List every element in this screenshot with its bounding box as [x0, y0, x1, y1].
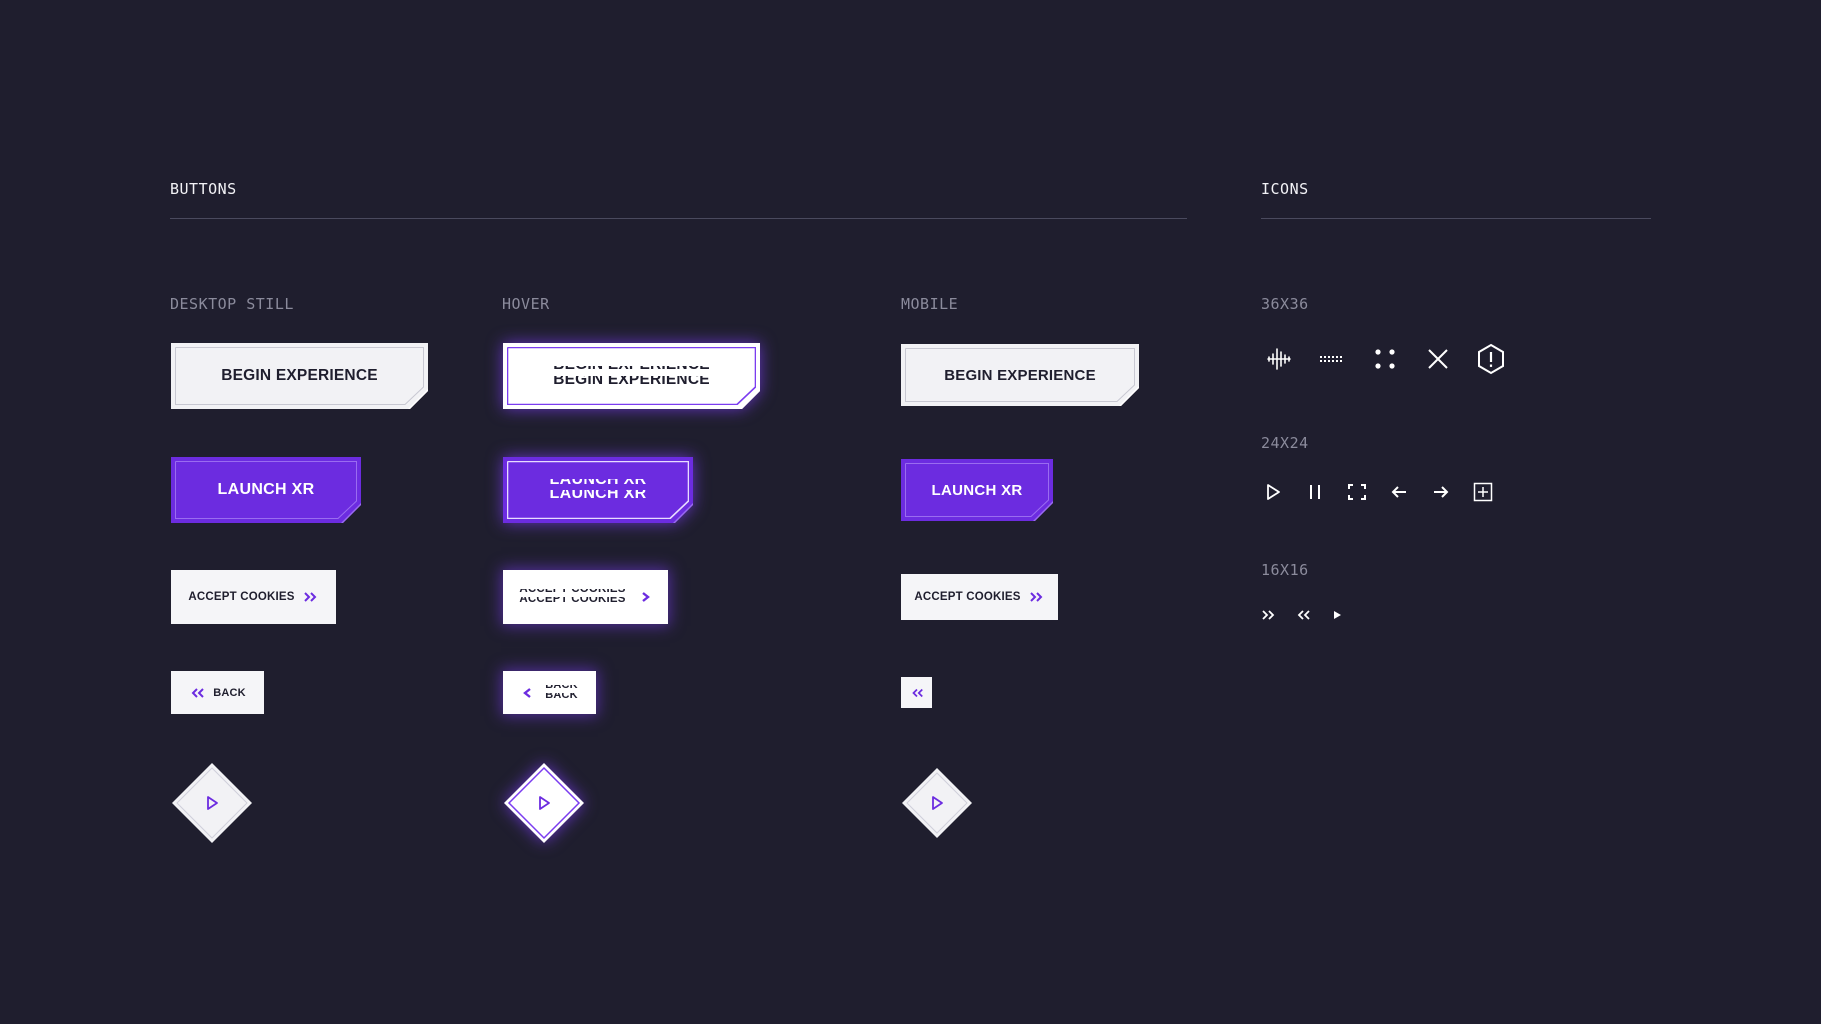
double-chevron-left-icon — [189, 687, 205, 699]
desktop-still-label: DESKTOP STILL — [170, 295, 294, 313]
accept-cookies-mobile-label: ACCEPT COOKIES — [914, 591, 1021, 603]
play-icon — [503, 762, 585, 844]
launch-xr-hover-label-bottom: LAUNCH XR — [549, 490, 647, 501]
fullscreen-icon[interactable] — [1345, 480, 1369, 504]
mobile-label: MOBILE — [901, 295, 959, 313]
double-chevron-right-icon — [1029, 591, 1045, 603]
arrow-left-icon[interactable] — [1387, 480, 1411, 504]
audio-waveform-icon[interactable] — [1261, 341, 1297, 377]
back-hover-text: BACK BACK — [545, 685, 578, 701]
accept-cookies-button[interactable]: ACCEPT COOKIES — [171, 570, 336, 624]
launch-xr-label: LAUNCH XR — [217, 481, 315, 498]
close-icon[interactable] — [1420, 341, 1456, 377]
hover-label: HOVER — [502, 295, 550, 313]
play-icon[interactable] — [1261, 480, 1285, 504]
play-icon — [171, 762, 253, 844]
back-button-hover[interactable]: BACK BACK — [503, 671, 596, 714]
launch-xr-hover-label-top: LAUNCH XR — [549, 479, 647, 488]
four-dots-icon[interactable] — [1367, 341, 1403, 377]
pause-icon[interactable] — [1303, 480, 1327, 504]
warning-hexagon-icon[interactable] — [1473, 341, 1509, 377]
diamond-play-button-hover[interactable] — [503, 762, 585, 844]
accept-cookies-label: ACCEPT COOKIES — [188, 591, 295, 603]
back-label: BACK — [213, 686, 246, 699]
launch-xr-mobile-label: LAUNCH XR — [931, 481, 1023, 499]
add-box-icon[interactable] — [1471, 480, 1495, 504]
accept-cookies-button-mobile[interactable]: ACCEPT COOKIES — [901, 574, 1058, 620]
chevron-right-icon — [640, 591, 652, 603]
accept-cookies-hover-label-bottom: ACCEPT COOKIES — [519, 597, 626, 605]
double-chevron-right-icon[interactable] — [1261, 607, 1277, 623]
back-hover-label-bottom: BACK — [545, 692, 578, 701]
back-hover-label-top: BACK — [545, 684, 578, 691]
buttons-section-divider — [170, 218, 1187, 219]
back-button-mobile[interactable] — [901, 677, 932, 708]
launch-xr-hover-text: LAUNCH XR LAUNCH XR — [550, 479, 647, 501]
begin-experience-mobile-label: BEGIN EXPERIENCE — [944, 366, 1096, 384]
double-chevron-right-icon — [303, 591, 319, 603]
begin-experience-button-mobile[interactable]: BEGIN EXPERIENCE — [901, 344, 1139, 406]
back-button[interactable]: BACK — [171, 671, 264, 714]
begin-experience-button-hover[interactable]: BEGIN EXPERIENCE BEGIN EXPERIENCE — [503, 343, 760, 409]
icon-size-24-label: 24X24 — [1261, 434, 1309, 452]
accept-cookies-hover-label-top: ACCEPT COOKIES — [519, 589, 626, 595]
begin-experience-label: BEGIN EXPERIENCE — [221, 367, 378, 384]
dotted-line-icon[interactable] — [1314, 341, 1350, 377]
buttons-section-title: BUTTONS — [170, 180, 237, 198]
accept-cookies-button-hover[interactable]: ACCEPT COOKIES ACCEPT COOKIES — [503, 570, 668, 624]
launch-xr-button[interactable]: LAUNCH XR — [171, 457, 361, 523]
begin-experience-hover-label-top: BEGIN EXPERIENCE — [553, 366, 710, 370]
icons-section-title: ICONS — [1261, 180, 1309, 198]
play-small-icon[interactable] — [1329, 607, 1345, 623]
double-chevron-left-icon — [910, 687, 924, 699]
begin-experience-hover-text: BEGIN EXPERIENCE BEGIN EXPERIENCE — [553, 366, 710, 386]
launch-xr-button-mobile[interactable]: LAUNCH XR — [901, 459, 1053, 521]
diamond-play-button[interactable] — [171, 762, 253, 844]
icon-size-16-label: 16X16 — [1261, 561, 1309, 579]
arrow-right-icon[interactable] — [1429, 480, 1453, 504]
chevron-left-icon — [521, 687, 533, 699]
launch-xr-button-hover[interactable]: LAUNCH XR LAUNCH XR — [503, 457, 693, 523]
icons-section-divider — [1261, 218, 1651, 219]
icon-size-36-label: 36X36 — [1261, 295, 1309, 313]
begin-experience-button[interactable]: BEGIN EXPERIENCE — [171, 343, 428, 409]
double-chevron-left-icon[interactable] — [1295, 607, 1311, 623]
begin-experience-hover-label-bottom: BEGIN EXPERIENCE — [553, 376, 710, 386]
diamond-play-button-mobile[interactable] — [901, 767, 973, 839]
accept-cookies-hover-text: ACCEPT COOKIES ACCEPT COOKIES — [519, 589, 625, 605]
play-icon — [901, 767, 973, 839]
